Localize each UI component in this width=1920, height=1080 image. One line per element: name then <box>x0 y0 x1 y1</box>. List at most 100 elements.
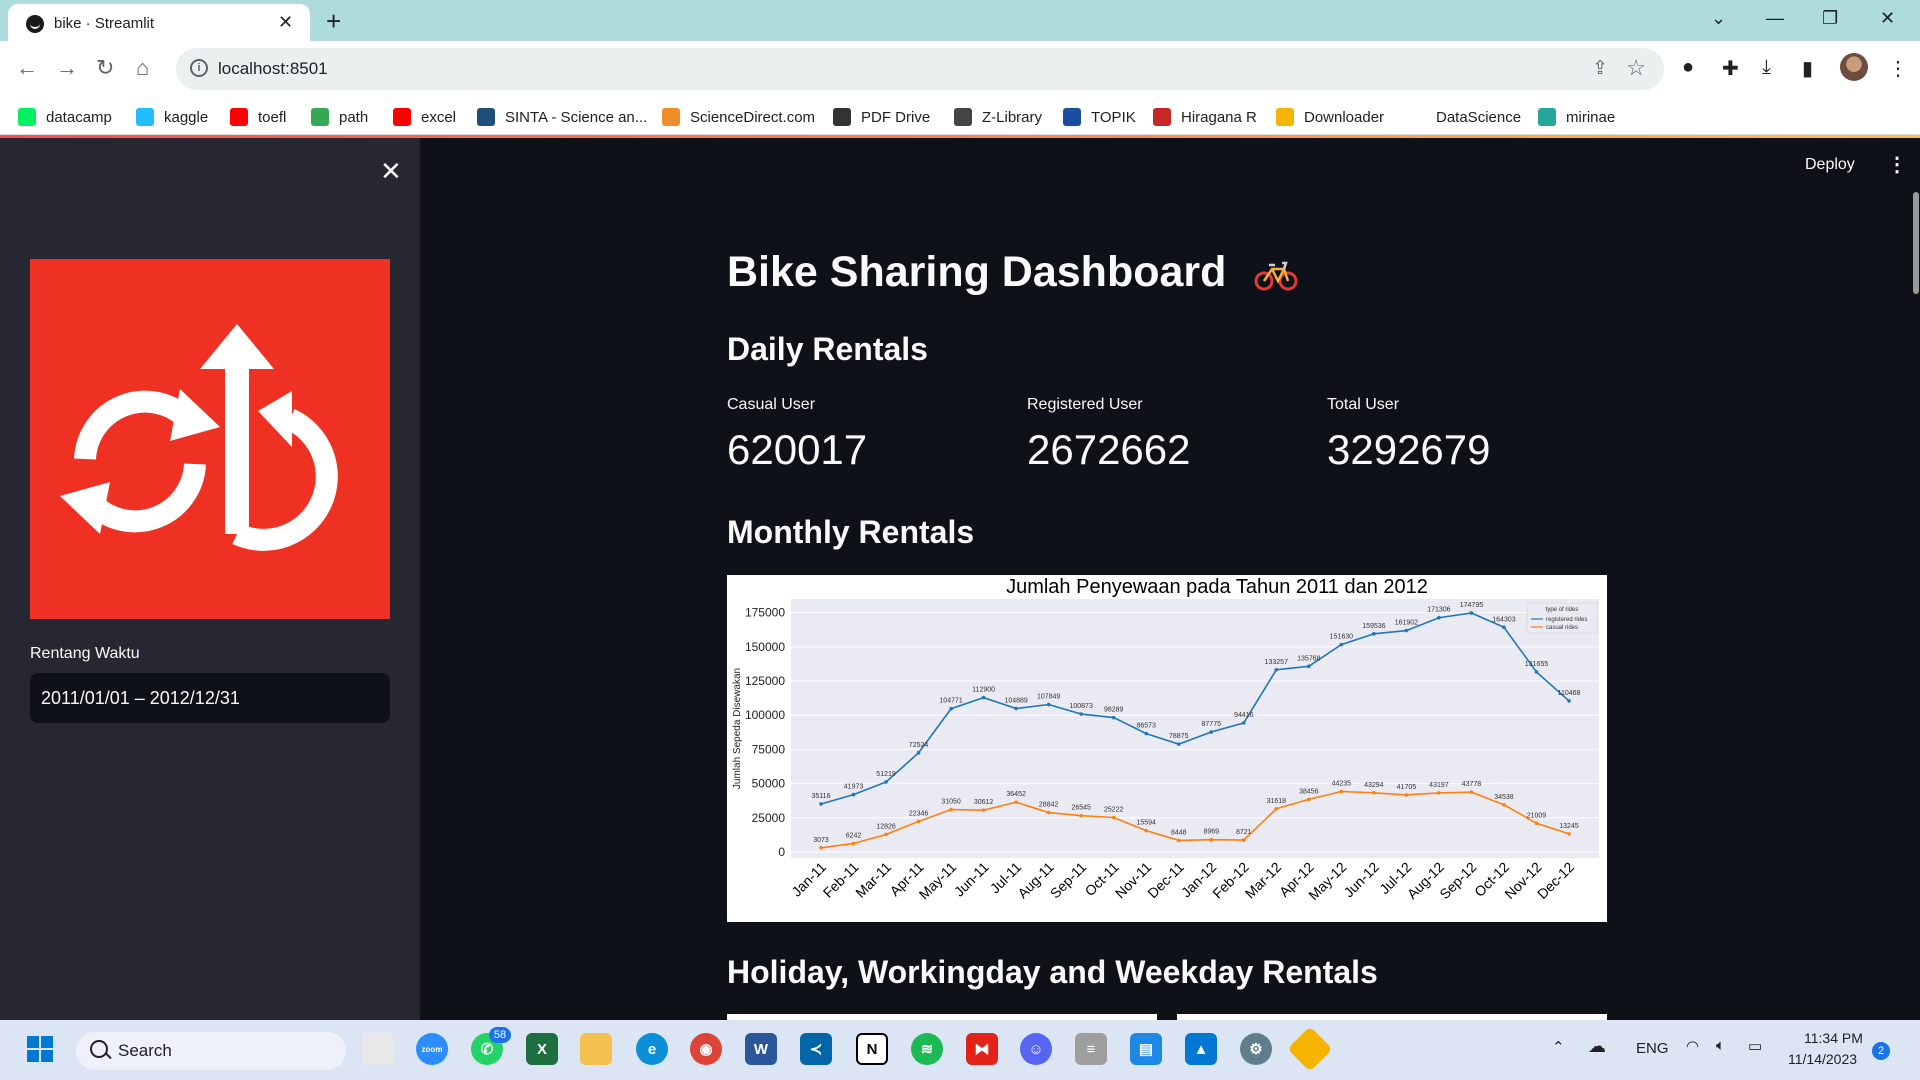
data-point <box>884 780 888 784</box>
windows-start-icon[interactable] <box>24 1033 56 1065</box>
tab-close-icon[interactable]: ✕ <box>278 12 293 33</box>
data-point <box>1144 731 1149 736</box>
chrome-icon[interactable]: ◉ <box>690 1033 722 1065</box>
forward-icon[interactable]: → <box>56 55 78 81</box>
bookmark-downloader[interactable]: Downloader <box>1276 107 1384 127</box>
extension-k-icon[interactable]: ● <box>1682 56 1694 79</box>
x-tick-label: Mar-11 <box>852 859 894 901</box>
vscode-icon[interactable]: ≺ <box>800 1033 832 1065</box>
bookmark-sinta[interactable]: SINTA - Science an... <box>477 107 647 127</box>
mendeley-icon[interactable]: ⧓ <box>966 1033 998 1065</box>
data-point <box>1502 625 1506 630</box>
wifi-icon[interactable]: ◠ <box>1686 1037 1699 1055</box>
data-label: 43778 <box>1462 781 1482 788</box>
data-label: 44235 <box>1332 781 1352 788</box>
bookmark-mirinae[interactable]: mirinae <box>1538 107 1615 127</box>
tab-search-icon[interactable]: ⌄ <box>1711 8 1726 29</box>
clock-time[interactable]: 11:34 PM <box>1804 1030 1863 1046</box>
monthly-rentals-chart: Jumlah Penyewaan pada Tahun 2011 dan 201… <box>727 575 1607 922</box>
home-icon[interactable]: ⌂ <box>136 55 149 81</box>
data-label: 8721 <box>1236 829 1252 836</box>
clock-date[interactable]: 11/14/2023 <box>1788 1051 1857 1067</box>
language-indicator[interactable]: ENG <box>1636 1040 1669 1057</box>
close-window-button[interactable]: ✕ <box>1880 8 1895 29</box>
bookmark-sciencedirect[interactable]: ScienceDirect.com <box>662 107 815 127</box>
data-label: 151630 <box>1330 634 1353 641</box>
bookmark-toefl[interactable]: toefl <box>230 107 286 127</box>
bookmark-kaggle[interactable]: kaggle <box>136 107 208 127</box>
legend-entry: registered rides <box>1546 617 1587 623</box>
file-explorer-icon[interactable] <box>580 1033 612 1065</box>
download-icon[interactable]: ⤓ <box>1762 56 1771 79</box>
tray-chevron-icon[interactable]: ⌃ <box>1552 1038 1565 1056</box>
battery-icon[interactable]: ▭ <box>1748 1037 1762 1055</box>
y-tick-label: 50000 <box>752 777 786 791</box>
task-view-icon[interactable] <box>362 1033 394 1065</box>
edge-icon[interactable]: e <box>636 1033 668 1065</box>
registered-user-value: 2672662 <box>1027 426 1191 473</box>
share-icon[interactable]: ⇪ <box>1592 57 1608 80</box>
data-label: 78875 <box>1169 733 1189 740</box>
restore-button[interactable]: ❐ <box>1822 8 1838 29</box>
photos-icon[interactable]: ▲ <box>1185 1033 1217 1065</box>
sciencedirect-icon <box>662 108 680 126</box>
x-tick-label: Dec-11 <box>1144 859 1187 902</box>
url-text[interactable]: localhost:8501 <box>218 59 328 79</box>
date-range-value[interactable]: 2011/01/01 – 2012/12/31 <box>41 688 240 709</box>
excel-icon[interactable]: X <box>526 1033 558 1065</box>
main-menu-icon[interactable]: ⋮ <box>1887 152 1907 177</box>
site-info-icon[interactable]: i <box>190 59 208 77</box>
extensions-puzzle-icon[interactable]: ✚ <box>1722 56 1739 81</box>
settings-gear-icon[interactable]: ⚙ <box>1240 1033 1272 1065</box>
bookmark-datacamp[interactable]: datacamp <box>18 107 112 127</box>
notion-icon[interactable]: N <box>856 1033 888 1065</box>
git-icon[interactable] <box>1287 1026 1333 1072</box>
bookmark-path[interactable]: path <box>311 107 368 127</box>
data-point <box>1209 730 1214 734</box>
profile-avatar[interactable] <box>1840 53 1868 81</box>
deploy-button[interactable]: Deploy <box>1805 156 1855 174</box>
taskbar-search[interactable]: Search <box>76 1032 346 1070</box>
notification-badge[interactable]: 2 <box>1872 1042 1890 1060</box>
blank-icon <box>1408 108 1426 126</box>
bookmark-excel[interactable]: excel <box>393 107 456 127</box>
scrollbar[interactable] <box>1913 192 1919 294</box>
zoom-icon[interactable]: zoom <box>416 1033 448 1065</box>
sidebar-close-icon[interactable]: ✕ <box>380 156 402 187</box>
discord-icon[interactable]: ☺ <box>1020 1033 1052 1065</box>
data-label: 28842 <box>1039 802 1059 809</box>
minimize-button[interactable]: — <box>1766 8 1784 29</box>
bookmark-datascience[interactable]: DataScience <box>1408 107 1521 127</box>
onedrive-icon[interactable]: ☁ <box>1588 1036 1606 1057</box>
bookmark-topik[interactable]: TOPIK <box>1063 107 1136 127</box>
casual-user-label: Casual User <box>727 396 816 413</box>
total-user-label: Total User <box>1327 396 1400 413</box>
data-label: 34538 <box>1494 794 1514 801</box>
whatsapp-icon[interactable]: ✆ 58 <box>471 1027 511 1065</box>
data-label: 30612 <box>974 799 994 806</box>
volume-icon[interactable]: 🔈︎ <box>1716 1037 1725 1054</box>
date-range-input[interactable]: 2011/01/01 – 2012/12/31 <box>30 673 390 723</box>
browser-tab[interactable]: bike · Streamlit ✕ <box>8 4 310 41</box>
y-tick-label: 75000 <box>752 742 786 756</box>
pdfdrive-icon <box>833 108 851 126</box>
back-icon[interactable]: ← <box>16 55 38 81</box>
notepad-icon[interactable]: ▤ <box>1130 1033 1162 1065</box>
bookmark-pdfdrive[interactable]: PDF Drive <box>833 107 930 127</box>
data-point <box>1241 721 1246 725</box>
database-icon[interactable]: ≡ <box>1075 1033 1107 1065</box>
bookmark-hiragana[interactable]: Hiragana R <box>1153 107 1257 127</box>
data-label: 131655 <box>1525 661 1548 668</box>
data-label: 25222 <box>1104 807 1124 814</box>
word-icon[interactable]: W <box>745 1033 777 1065</box>
side-panel-icon[interactable]: ▮ <box>1802 56 1813 81</box>
x-tick-label: May-11 <box>916 859 960 903</box>
address-bar[interactable]: i localhost:8501 ⇪ ☆ <box>176 48 1664 90</box>
bookmark-zlibrary[interactable]: Z-Library <box>954 107 1042 127</box>
bookmark-star-icon[interactable]: ☆ <box>1626 55 1646 81</box>
chrome-menu-icon[interactable]: ⋮ <box>1888 56 1908 81</box>
spotify-icon[interactable]: ≋ <box>911 1033 943 1065</box>
data-point <box>1404 628 1409 633</box>
new-tab-button[interactable]: + <box>326 6 341 37</box>
reload-icon[interactable]: ↻ <box>96 55 114 81</box>
